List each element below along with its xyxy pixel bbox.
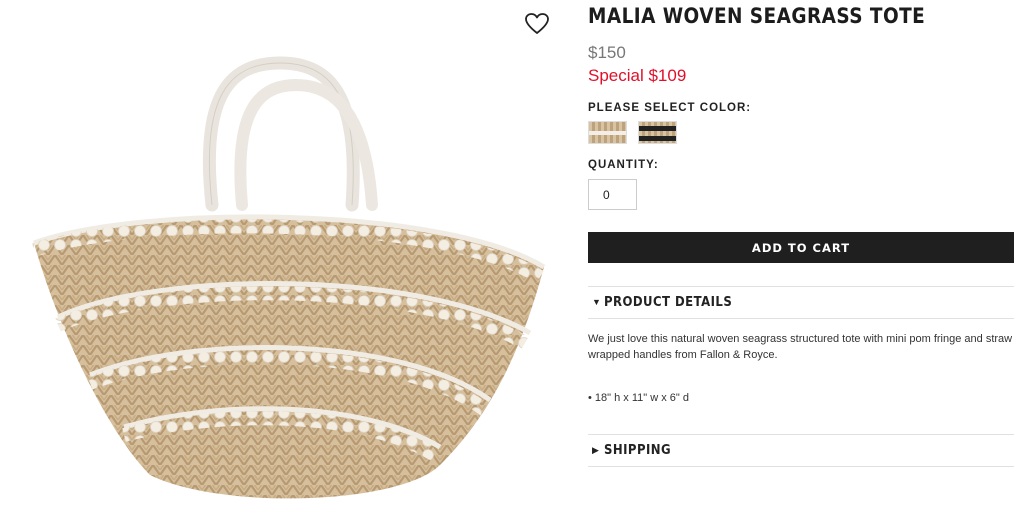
triangle-right-icon: ▶ [592, 444, 599, 455]
product-details-header: PRODUCT DETAILS [604, 294, 733, 310]
divider [588, 434, 1014, 435]
heart-icon[interactable] [524, 12, 550, 36]
product-title: MALIA WOVEN SEAGRASS TOTE [588, 4, 926, 28]
add-to-cart-button[interactable]: ADD TO CART [588, 232, 1014, 263]
product-image[interactable] [20, 55, 560, 508]
quantity-input[interactable] [588, 179, 637, 210]
original-price: $150 [588, 43, 626, 62]
product-details-toggle[interactable]: ▼ PRODUCT DETAILS [588, 290, 1014, 314]
divider [588, 466, 1014, 467]
shipping-header: SHIPPING [604, 442, 672, 458]
color-select-label: PLEASE SELECT COLOR: [588, 102, 752, 114]
color-swatch-black-stripe[interactable] [638, 121, 677, 144]
special-price: Special $109 [588, 66, 687, 85]
divider [588, 286, 1014, 287]
shipping-toggle[interactable]: ▶ SHIPPING [588, 438, 1014, 462]
quantity-label: QUANTITY: [588, 159, 659, 171]
triangle-down-icon: ▼ [592, 297, 601, 307]
color-swatch-natural[interactable] [588, 121, 627, 144]
divider [588, 318, 1014, 319]
product-description: We just love this natural woven seagrass… [588, 333, 1013, 361]
product-dimensions: • 18" h x 11" w x 6" d [588, 392, 689, 404]
product-gallery [0, 0, 560, 508]
